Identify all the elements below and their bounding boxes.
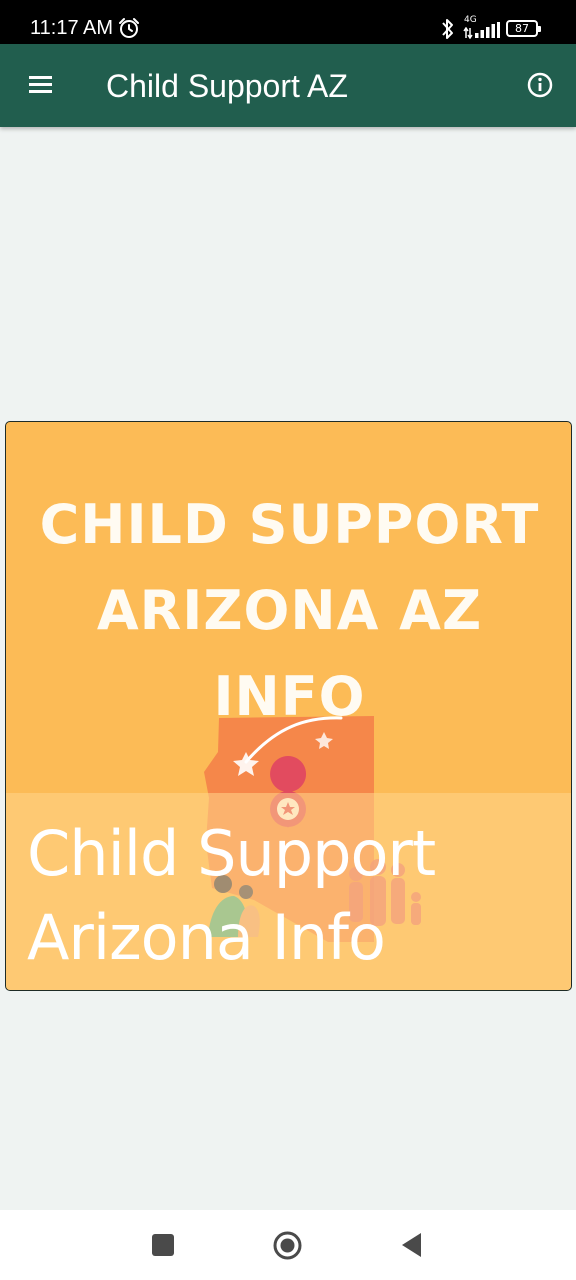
battery-level: 87 — [515, 22, 529, 35]
card-headline-line-3: INFO — [213, 665, 366, 728]
app-title: Child Support AZ — [106, 68, 348, 104]
recents-square-icon[interactable] — [152, 1234, 174, 1256]
hamburger-menu-icon[interactable] — [26, 70, 56, 100]
info-circle-icon[interactable] — [526, 71, 554, 99]
status-time: 11:17 AM — [30, 17, 114, 39]
home-circle-icon[interactable] — [273, 1231, 302, 1260]
signal-icon — [475, 22, 500, 38]
card-caption-line-1: Child Support — [27, 817, 436, 890]
system-nav-bar — [0, 1210, 576, 1280]
info-card[interactable]: CHILD SUPPORT ARIZONA AZ INFO Child Supp… — [5, 421, 572, 991]
card-headline-line-2: ARIZONA AZ — [96, 579, 483, 642]
alarm-icon — [119, 18, 139, 38]
data-arrows-icon — [463, 27, 473, 39]
bluetooth-icon — [442, 19, 453, 39]
card-headline: CHILD SUPPORT ARIZONA AZ INFO — [6, 482, 571, 740]
battery-icon: 87 — [506, 20, 541, 37]
status-bar: 11:17 AM 4G 87 — [0, 0, 576, 44]
app-bar: Child Support AZ — [0, 44, 576, 127]
card-headline-line-1: CHILD SUPPORT — [39, 493, 540, 556]
card-caption: Child Support Arizona Info — [27, 812, 567, 980]
back-triangle-icon[interactable] — [400, 1232, 424, 1258]
card-caption-line-2: Arizona Info — [27, 901, 386, 974]
